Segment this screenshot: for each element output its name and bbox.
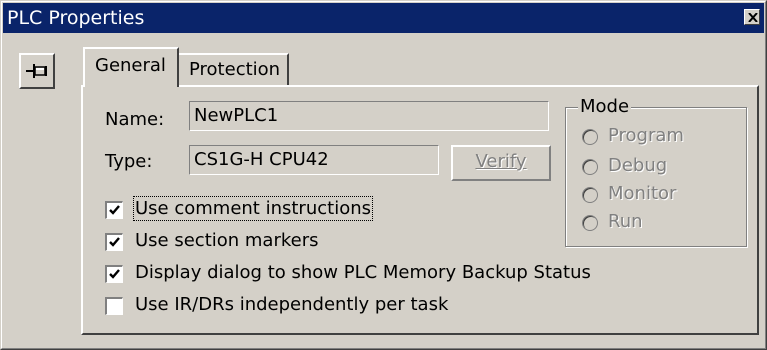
title-bar[interactable]: PLC Properties: [3, 3, 764, 33]
option-label: Use section markers: [135, 230, 319, 251]
radio-label: Run: [608, 211, 643, 232]
tab-general-label: General: [95, 55, 166, 76]
verify-button[interactable]: Verify: [451, 145, 551, 181]
mode-title: Mode: [578, 96, 632, 117]
verify-label: Verify: [475, 151, 527, 172]
checkbox-use-ir-drs[interactable]: [105, 297, 123, 315]
tab-protection-label: Protection: [189, 59, 281, 80]
radio-label: Program: [608, 125, 684, 146]
tab-general[interactable]: General: [83, 47, 179, 87]
option-label: Display dialog to show PLC Memory Backup…: [135, 262, 591, 283]
radio-label: Debug: [608, 155, 668, 176]
close-icon: [748, 13, 758, 22]
checkmark-icon: [109, 205, 120, 215]
option-label: Use comment instructions: [133, 196, 373, 221]
option-label: Use IR/DRs independently per task: [135, 294, 449, 315]
general-tab-panel: Name: NewPLC1 Type: CS1G-H CPU42 Verify …: [81, 85, 759, 335]
checkbox-use-section-markers[interactable]: [105, 233, 123, 251]
plc-properties-window: PLC Properties Protection General Name: …: [0, 0, 767, 350]
type-field[interactable]: CS1G-H CPU42: [189, 145, 439, 175]
checkmark-icon: [109, 269, 120, 279]
tab-protection[interactable]: Protection: [177, 53, 289, 87]
pin-button[interactable]: [19, 53, 55, 89]
name-field[interactable]: NewPLC1: [189, 101, 549, 131]
radio-button[interactable]: [582, 187, 598, 203]
window-title: PLC Properties: [7, 7, 145, 29]
pushpin-icon: [26, 64, 47, 78]
name-label: Name:: [105, 109, 165, 130]
type-label: Type:: [105, 151, 153, 172]
checkbox-display-backup-dialog[interactable]: [105, 265, 123, 283]
checkbox-use-comment-instructions[interactable]: [105, 201, 123, 219]
radio-button[interactable]: [582, 159, 598, 175]
radio-button[interactable]: [582, 215, 598, 231]
close-button[interactable]: [744, 9, 760, 25]
checkmark-icon: [109, 237, 120, 247]
radio-label: Monitor: [608, 183, 677, 204]
radio-button[interactable]: [582, 129, 598, 145]
mode-groupbox: Mode Program Debug Monitor Run: [565, 96, 747, 247]
